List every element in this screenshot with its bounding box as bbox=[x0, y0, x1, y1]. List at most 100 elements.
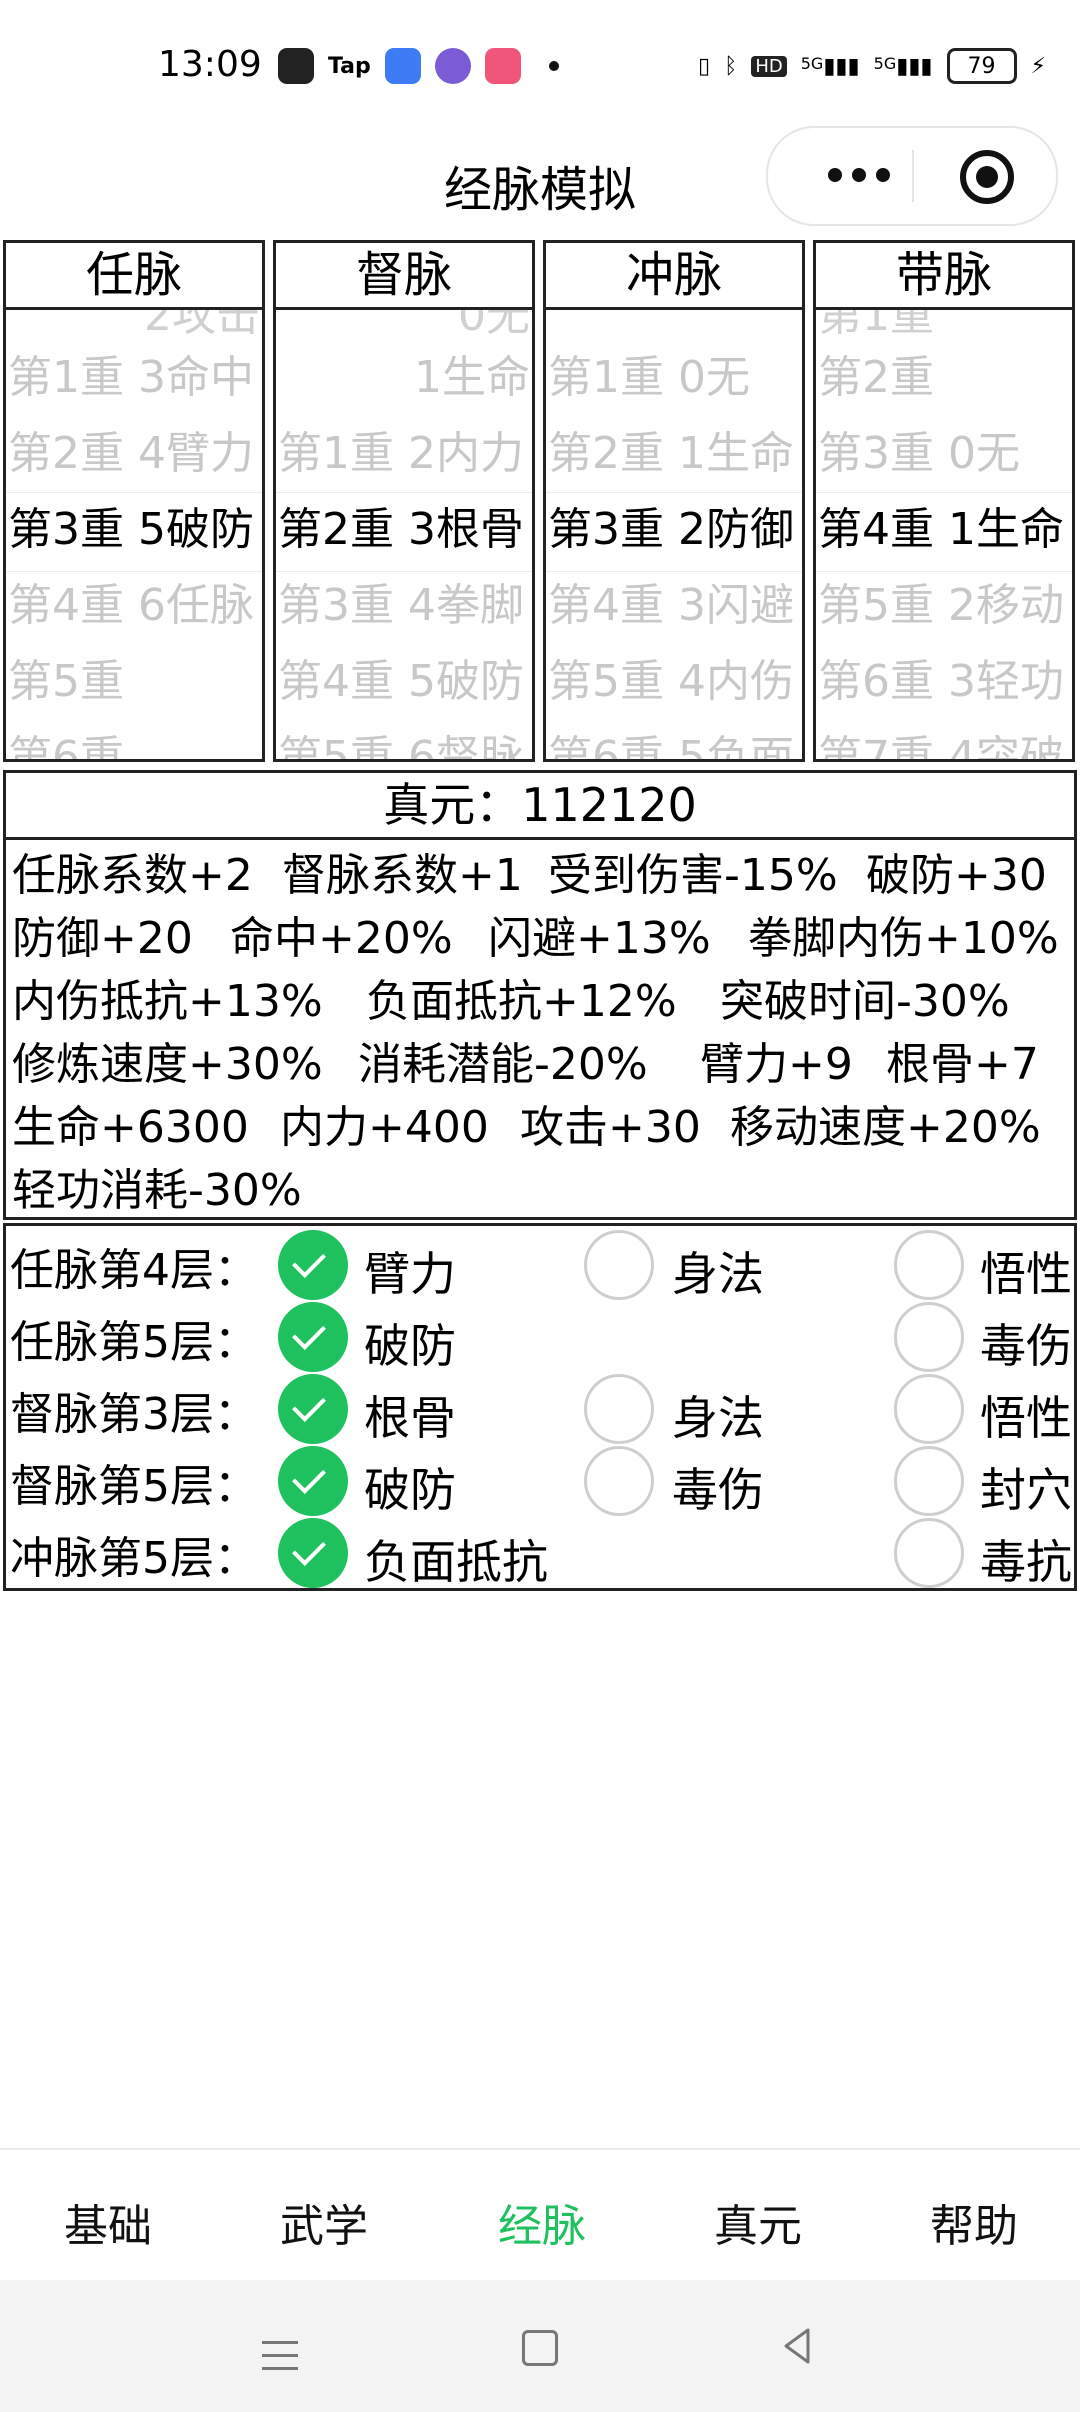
picker-row[interactable]: 第3重 0无 bbox=[818, 416, 1070, 492]
effect-item: 突破时间-30% bbox=[720, 976, 1010, 1027]
choice-option-label[interactable]: 悟性 bbox=[980, 1382, 1072, 1448]
picker-row-cut: 第7重 4突破 bbox=[818, 732, 1064, 762]
effects-line: 防御+20 命中+20% 闪避+13% 拳脚内伤+10% bbox=[12, 907, 1068, 970]
choice-row-label: 任脉第4层： bbox=[10, 1245, 258, 1296]
picker-row-selected[interactable]: 第3重 2防御 bbox=[548, 492, 800, 568]
meridian-picker-du[interactable]: 督脉 0无 1生命 第1重 2内力 第2重 3根骨 第3重 4拳脚 第4重 5破… bbox=[273, 240, 535, 762]
bottom-tab-bar: 基础 武学 经脉 真元 帮助 bbox=[0, 2148, 1080, 2282]
picker-row[interactable]: 第6重 3轻功 bbox=[818, 644, 1070, 720]
unchecked-radio-icon[interactable] bbox=[894, 1374, 964, 1444]
zhenyuan-header: 真元：112120 bbox=[6, 773, 1074, 840]
choice-row-label: 督脉第5层： bbox=[10, 1461, 258, 1512]
choice-option-label[interactable]: 破防 bbox=[364, 1310, 456, 1376]
checked-radio-icon[interactable] bbox=[278, 1302, 348, 1372]
vibrate-icon: ▯ bbox=[698, 53, 711, 79]
effect-item: 负面抵抗+12% bbox=[366, 976, 677, 1027]
checked-radio-icon[interactable] bbox=[278, 1446, 348, 1516]
picker-wheel[interactable]: 0无 1生命 第1重 2内力 第2重 3根骨 第3重 4拳脚 第4重 5破防 第… bbox=[276, 310, 532, 759]
choice-row: 任脉第5层： 破防 毒伤 bbox=[6, 1300, 1074, 1373]
choice-row: 督脉第3层： 根骨 身法 悟性 bbox=[6, 1372, 1074, 1445]
choice-option-label[interactable]: 毒伤 bbox=[980, 1310, 1072, 1376]
effect-item: 消耗潜能-20% bbox=[358, 1039, 648, 1090]
choice-option-label[interactable]: 毒抗 bbox=[980, 1526, 1072, 1592]
meridian-header: 任脉 bbox=[6, 243, 262, 310]
choice-option-label[interactable]: 破防 bbox=[364, 1454, 456, 1520]
chat-app-icon bbox=[384, 48, 421, 84]
choice-option-label[interactable]: 毒伤 bbox=[672, 1454, 764, 1520]
tab-basic[interactable]: 基础 bbox=[64, 2190, 152, 2254]
picker-wheel[interactable]: 第1重 第2重 第3重 0无 第4重 1生命 第5重 2移动 第6重 3轻功 第… bbox=[816, 310, 1072, 762]
checked-radio-icon[interactable] bbox=[278, 1518, 348, 1588]
choice-option-label[interactable]: 臂力 bbox=[364, 1238, 456, 1304]
picker-row[interactable]: 1生命 bbox=[278, 340, 530, 416]
tab-martial[interactable]: 武学 bbox=[280, 2190, 368, 2254]
notification-icons: Tap bbox=[278, 44, 559, 88]
picker-row[interactable]: 第2重 1生命 bbox=[548, 416, 800, 492]
meridian-picker-ren[interactable]: 任脉 2攻击 第1重 3命中 第2重 4臂力 第3重 5破防 第4重 6任脉 第… bbox=[3, 240, 265, 762]
picker-row-selected[interactable]: 第3重 5破防 bbox=[8, 492, 260, 568]
app-notification-icon bbox=[278, 48, 314, 84]
choice-option-label[interactable]: 悟性 bbox=[980, 1238, 1072, 1304]
tab-help[interactable]: 帮助 bbox=[930, 2190, 1018, 2254]
picker-wheel[interactable]: 第1重 0无 第2重 1生命 第3重 2防御 第4重 3闪避 第5重 4内伤 第… bbox=[546, 310, 802, 759]
picker-row-selected[interactable]: 第2重 3根骨 bbox=[278, 492, 530, 568]
choice-option-label[interactable]: 根骨 bbox=[364, 1382, 456, 1448]
picker-row[interactable]: 第1重 2内力 bbox=[278, 416, 530, 492]
picker-row[interactable]: 第2重 bbox=[818, 340, 1070, 416]
effect-item: 生命+6300 bbox=[12, 1102, 249, 1153]
meridian-header: 带脉 bbox=[816, 243, 1072, 310]
picker-row[interactable]: 第5重 bbox=[8, 644, 260, 720]
meridian-pickers: 任脉 2攻击 第1重 3命中 第2重 4臂力 第3重 5破防 第4重 6任脉 第… bbox=[0, 240, 1080, 764]
battery-icon: 79 bbox=[946, 48, 1017, 84]
picker-row[interactable]: 第1重 3命中 bbox=[8, 340, 260, 416]
effect-item: 破防+30 bbox=[866, 850, 1047, 901]
effect-item: 受到伤害-15% bbox=[548, 850, 838, 901]
tab-zhenyuan[interactable]: 真元 bbox=[714, 2190, 802, 2254]
tab-meridian[interactable]: 经脉 bbox=[498, 2190, 586, 2254]
unchecked-radio-icon[interactable] bbox=[584, 1446, 654, 1516]
meridian-picker-dai[interactable]: 带脉 第1重 第2重 第3重 0无 第4重 1生命 第5重 2移动 第6重 3轻… bbox=[813, 240, 1075, 762]
effect-item: 内力+400 bbox=[280, 1102, 489, 1153]
picker-wheel[interactable]: 2攻击 第1重 3命中 第2重 4臂力 第3重 5破防 第4重 6任脉 第5重 … bbox=[6, 310, 262, 759]
picker-row[interactable]: 第3重 4拳脚 bbox=[278, 568, 530, 644]
meridian-picker-chong[interactable]: 冲脉 第1重 0无 第2重 1生命 第3重 2防御 第4重 3闪避 第5重 4内… bbox=[543, 240, 805, 762]
choice-row-label: 督脉第3层： bbox=[10, 1389, 258, 1440]
picker-row[interactable]: 第5重 2移动 bbox=[818, 568, 1070, 644]
picker-row[interactable]: 第4重 6任脉 bbox=[8, 568, 260, 644]
choice-option-label[interactable]: 负面抵抗 bbox=[364, 1526, 548, 1592]
effect-item: 命中+20% bbox=[230, 913, 453, 964]
picker-row-cut: 第1重 bbox=[818, 310, 934, 340]
picker-row[interactable]: 第1重 0无 bbox=[548, 340, 800, 416]
choice-option-label[interactable]: 身法 bbox=[672, 1382, 764, 1448]
choice-option-label[interactable]: 身法 bbox=[672, 1238, 764, 1304]
meridian-header: 冲脉 bbox=[546, 243, 802, 310]
choice-row: 任脉第4层： 臂力 身法 悟性 bbox=[6, 1228, 1074, 1301]
effect-item: 防御+20 bbox=[12, 913, 193, 964]
choice-option-label[interactable]: 封穴 bbox=[980, 1454, 1072, 1520]
picker-row[interactable]: 第4重 5破防 bbox=[278, 644, 530, 720]
close-miniprogram-icon[interactable] bbox=[960, 150, 1014, 204]
picker-row[interactable]: 第4重 3闪避 bbox=[548, 568, 800, 644]
unchecked-radio-icon[interactable] bbox=[894, 1230, 964, 1300]
menu-icon[interactable] bbox=[262, 2341, 298, 2371]
back-icon[interactable] bbox=[778, 2326, 818, 2366]
checked-radio-icon[interactable] bbox=[278, 1374, 348, 1444]
picker-row[interactable]: 第2重 4臂力 bbox=[8, 416, 260, 492]
signal-icon-2: 5G▮▮▮ bbox=[873, 53, 933, 79]
bilibili-app-icon bbox=[484, 48, 521, 84]
system-icons: ▯ ᛒ HD 5G▮▮▮ 5G▮▮▮ 79 ⚡ bbox=[698, 44, 1046, 88]
unchecked-radio-icon[interactable] bbox=[584, 1230, 654, 1300]
zhenyuan-panel: 真元：112120 任脉系数+2 督脉系数+1 受到伤害-15% 破防+30 防御+2… bbox=[3, 770, 1077, 1220]
effects-list: 任脉系数+2 督脉系数+1 受到伤害-15% 破防+30 防御+20 命中+20% 闪避+… bbox=[6, 840, 1074, 1226]
checked-radio-icon[interactable] bbox=[278, 1230, 348, 1300]
picker-row-selected[interactable]: 第4重 1生命 bbox=[818, 492, 1070, 568]
home-icon[interactable] bbox=[522, 2330, 558, 2366]
bluetooth-icon: ᛒ bbox=[724, 53, 738, 79]
unchecked-radio-icon[interactable] bbox=[894, 1518, 964, 1588]
unchecked-radio-icon[interactable] bbox=[894, 1302, 964, 1372]
meridian-header: 督脉 bbox=[276, 243, 532, 310]
more-icon[interactable] bbox=[828, 160, 908, 192]
picker-row[interactable]: 第5重 4内伤 bbox=[548, 644, 800, 720]
unchecked-radio-icon[interactable] bbox=[894, 1446, 964, 1516]
unchecked-radio-icon[interactable] bbox=[584, 1374, 654, 1444]
